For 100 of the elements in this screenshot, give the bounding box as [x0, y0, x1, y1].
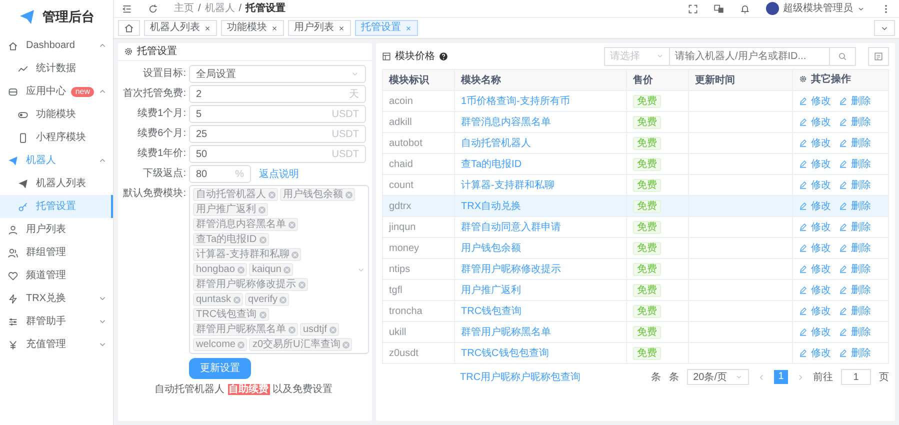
refresh-icon[interactable]: [148, 4, 158, 14]
remove-icon[interactable]: [298, 280, 306, 288]
edit-link[interactable]: 删除: [839, 114, 871, 130]
sidebar-item[interactable]: 机器人列表: [0, 172, 113, 195]
module-tag[interactable]: qverify: [245, 293, 290, 306]
edit-link[interactable]: 删除: [839, 324, 871, 340]
edit-link[interactable]: 修改: [799, 262, 831, 276]
close-icon[interactable]: [338, 24, 345, 32]
page-size-select[interactable]: 20条/页: [687, 369, 749, 385]
breadcrumb-link[interactable]: 机器人: [204, 1, 235, 16]
input-field[interactable]: 5 USDT: [189, 105, 366, 123]
edit-link[interactable]: 修改: [799, 156, 831, 172]
module-link[interactable]: 用户推广返利: [461, 284, 521, 296]
sidebar-item[interactable]: 统计数据: [0, 57, 113, 80]
user-menu[interactable]: 超级模块管理员: [766, 1, 865, 16]
tabs-dropdown-button[interactable]: [874, 20, 895, 36]
sidebar-item[interactable]: 用户列表: [0, 218, 113, 241]
edit-link[interactable]: 修改: [799, 136, 831, 150]
menu-fold-icon[interactable]: [122, 4, 132, 14]
export-button[interactable]: [868, 46, 889, 66]
sidebar-item[interactable]: 群组管理: [0, 241, 113, 264]
tab[interactable]: 功能模块: [221, 20, 284, 36]
breadcrumb-link[interactable]: 主页: [174, 1, 194, 16]
module-tag[interactable]: quntask: [193, 293, 244, 306]
sidebar-item[interactable]: 应用中心 new: [0, 80, 113, 103]
edit-link[interactable]: 修改: [799, 304, 831, 318]
remove-icon[interactable]: [291, 250, 300, 258]
module-link[interactable]: TRC钱包查询: [461, 306, 522, 316]
tab[interactable]: 托管设置: [355, 20, 418, 36]
update-button[interactable]: 更新设置: [189, 358, 251, 379]
sidebar-item[interactable]: 托管设置: [0, 195, 113, 218]
module-tag[interactable]: 群管用户昵称修改提示: [193, 278, 308, 291]
help-icon[interactable]: [439, 52, 448, 60]
page-input[interactable]: 1: [841, 369, 871, 385]
module-tag[interactable]: 查Ta的电报ID: [193, 233, 269, 246]
edit-link[interactable]: 删除: [839, 156, 871, 172]
remove-icon[interactable]: [258, 310, 267, 318]
remove-icon[interactable]: [258, 236, 267, 244]
edit-link[interactable]: 删除: [839, 346, 871, 360]
close-icon[interactable]: [271, 24, 278, 32]
module-tag[interactable]: TRC钱包查询: [193, 308, 269, 321]
remove-icon[interactable]: [288, 220, 296, 228]
edit-link[interactable]: 修改: [799, 240, 831, 256]
remove-icon[interactable]: [328, 326, 337, 334]
sidebar-item[interactable]: 充值管理: [0, 333, 113, 356]
input-field[interactable]: 80 %: [189, 165, 251, 183]
remove-icon[interactable]: [288, 326, 296, 334]
edit-link[interactable]: 修改: [799, 346, 831, 360]
edit-link[interactable]: 删除: [839, 198, 871, 214]
module-tag[interactable]: usdtjf: [300, 323, 339, 336]
edit-link[interactable]: 删除: [839, 136, 871, 150]
fullscreen-icon[interactable]: [688, 4, 698, 14]
edit-link[interactable]: 修改: [799, 198, 831, 214]
module-tag[interactable]: 自动托管机器人: [193, 188, 278, 201]
edit-link[interactable]: 删除: [839, 304, 871, 318]
edit-link[interactable]: 删除: [839, 220, 871, 234]
tab[interactable]: 机器人列表: [144, 20, 217, 36]
sidebar-item[interactable]: TRX兑换: [0, 287, 113, 310]
sidebar-item[interactable]: Dashboard: [0, 34, 113, 57]
input-field[interactable]: 2 天: [189, 85, 366, 103]
sidebar-item[interactable]: 功能模块: [0, 103, 113, 126]
remove-icon[interactable]: [233, 296, 242, 304]
module-tag[interactable]: 用户推广返利: [193, 203, 268, 216]
close-icon[interactable]: [405, 24, 412, 32]
module-tag[interactable]: kaiqun: [248, 263, 294, 276]
module-tag[interactable]: 群管用户昵称黑名单: [193, 323, 298, 336]
sidebar-item[interactable]: 群管助手: [0, 310, 113, 333]
select-field[interactable]: 请选择: [604, 46, 670, 66]
input-field[interactable]: 50 USDT: [189, 145, 366, 163]
sidebar-item[interactable]: 小程序模块: [0, 126, 113, 149]
home-tab[interactable]: [118, 20, 140, 36]
multi-select-field[interactable]: 自动托管机器人 用户钱包余额 用户推广返利 群管消息内容黑名单 查Ta的电报ID 计算器-支持群和私聊 hongbao kaiqun 群管用户昵称修改提示 quntask qverify TRC钱包查询 群管用户昵称黑名单 usdtjf welcome z0交易所U汇率查询: [189, 185, 369, 354]
module-tag[interactable]: 计算器-支持群和私聊: [193, 248, 302, 261]
edit-link[interactable]: 删除: [839, 178, 871, 192]
module-tag[interactable]: 群管消息内容黑名单: [193, 218, 298, 231]
bell-icon[interactable]: [740, 4, 750, 14]
remove-icon[interactable]: [258, 206, 266, 214]
module-link[interactable]: TRC用户昵称户昵称包查询: [460, 370, 581, 384]
edit-link[interactable]: 删除: [839, 240, 871, 256]
module-tag[interactable]: welcome: [193, 338, 248, 351]
module-link[interactable]: TRX自动兑换: [461, 200, 521, 212]
module-link[interactable]: 查Ta的电报ID: [461, 158, 522, 170]
module-tag[interactable]: z0交易所U汇率查询: [249, 338, 352, 351]
edit-link[interactable]: 修改: [799, 94, 831, 108]
edit-link[interactable]: 修改: [799, 114, 831, 130]
module-link[interactable]: 用户钱包余额: [461, 242, 521, 254]
edit-link[interactable]: 修改: [799, 282, 831, 298]
module-tag[interactable]: 用户钱包余额: [280, 188, 355, 201]
sidebar-item[interactable]: 机器人: [0, 149, 113, 172]
input-field[interactable]: 25 USDT: [189, 125, 366, 143]
remove-icon[interactable]: [236, 266, 245, 274]
edit-link[interactable]: 删除: [839, 94, 871, 108]
remove-icon[interactable]: [279, 296, 288, 304]
close-icon[interactable]: [204, 24, 211, 32]
module-tag[interactable]: hongbao: [193, 263, 247, 276]
tab[interactable]: 用户列表: [288, 20, 351, 36]
edit-link[interactable]: 修改: [799, 220, 831, 234]
remove-icon[interactable]: [268, 190, 276, 198]
remove-icon[interactable]: [283, 266, 292, 274]
page-button[interactable]: 1: [774, 370, 788, 384]
